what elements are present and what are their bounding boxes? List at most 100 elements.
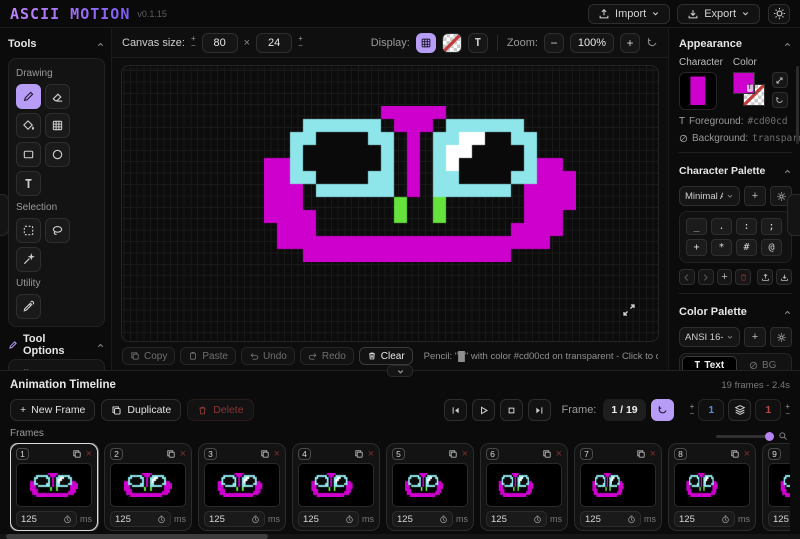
color-palette-settings-button[interactable] xyxy=(770,327,792,347)
frame-card[interactable]: 6×125ms xyxy=(480,443,568,531)
duplicate-frame-icon[interactable] xyxy=(636,449,646,459)
duplicate-frame-icon[interactable] xyxy=(730,449,740,459)
eraser-tool-button[interactable] xyxy=(45,84,70,109)
duplicate-frame-icon[interactable] xyxy=(260,449,270,459)
onion-next-frames-input[interactable]: 1 xyxy=(755,399,781,421)
delete-frame-icon[interactable]: × xyxy=(650,449,656,460)
duplicate-frame-icon[interactable] xyxy=(72,449,82,459)
duplicate-frame-button[interactable]: Duplicate xyxy=(101,399,181,421)
stop-button[interactable] xyxy=(500,399,523,421)
delete-frame-icon[interactable]: × xyxy=(180,449,186,460)
frame-duration-input[interactable]: 125 xyxy=(110,511,171,527)
palette-delete-char-button[interactable] xyxy=(735,269,751,285)
text-tool-button[interactable]: T xyxy=(16,171,41,196)
zoom-in-button[interactable]: + xyxy=(620,33,640,53)
pencil-tool-button[interactable] xyxy=(16,84,41,109)
frame-duration-input[interactable]: 125 xyxy=(674,511,735,527)
grid-fill-tool-button[interactable] xyxy=(45,113,70,138)
width-stepper[interactable]: +− xyxy=(191,36,196,49)
onion-next-stepper[interactable]: +− xyxy=(785,404,790,417)
frame-card[interactable]: 2×125ms xyxy=(104,443,192,531)
height-stepper[interactable]: +− xyxy=(298,36,303,49)
rectangle-tool-button[interactable] xyxy=(16,142,41,167)
foreground-color-swatch[interactable]: T xyxy=(733,72,755,94)
canvas-expand-icon[interactable] xyxy=(622,303,636,317)
paste-button[interactable]: Paste xyxy=(180,347,236,365)
text-display-toggle[interactable]: T xyxy=(468,33,488,53)
eyedropper-tool-button[interactable] xyxy=(16,294,41,319)
copy-button[interactable]: Copy xyxy=(122,347,175,365)
frame-card[interactable]: 4×125ms xyxy=(292,443,380,531)
onion-prev-stepper[interactable]: +− xyxy=(690,404,695,417)
duplicate-frame-icon[interactable] xyxy=(166,449,176,459)
duplicate-frame-icon[interactable] xyxy=(448,449,458,459)
frames-scrollbar[interactable] xyxy=(0,534,800,539)
theme-toggle-button[interactable] xyxy=(768,4,790,24)
palette-character-button[interactable]: @ xyxy=(761,239,782,256)
canvas-height-input[interactable]: 24 xyxy=(256,33,292,53)
frame-card[interactable]: 9×125ms xyxy=(762,443,790,531)
add-character-palette-button[interactable]: + xyxy=(744,186,766,206)
redo-button[interactable]: Redo xyxy=(300,347,354,365)
delete-frame-icon[interactable]: × xyxy=(462,449,468,460)
frame-card[interactable]: 3×125ms xyxy=(198,443,286,531)
frame-card[interactable]: 7×125ms xyxy=(574,443,662,531)
delete-frame-icon[interactable]: × xyxy=(86,449,92,460)
frame-duration-input[interactable]: 125 xyxy=(298,511,359,527)
play-button[interactable] xyxy=(472,399,495,421)
import-button[interactable]: Import xyxy=(588,4,670,24)
palette-character-button[interactable]: ; xyxy=(761,218,782,235)
palette-character-button[interactable]: + xyxy=(686,239,707,256)
palette-prev-button[interactable] xyxy=(679,269,695,285)
frame-duration-input[interactable]: 125 xyxy=(580,511,641,527)
magic-wand-tool-button[interactable] xyxy=(16,247,41,272)
delete-frame-icon[interactable]: × xyxy=(274,449,280,460)
slider-knob[interactable] xyxy=(765,432,774,441)
tools-section-header[interactable]: Tools xyxy=(8,34,105,54)
color-palette-section-header[interactable]: Color Palette xyxy=(679,302,792,322)
frame-duration-input[interactable]: 125 xyxy=(16,511,77,527)
sidebar-scrollbar[interactable] xyxy=(796,66,799,144)
character-palette-section-header[interactable]: Character Palette xyxy=(679,161,792,181)
collapse-left-sidebar-tab[interactable] xyxy=(0,194,9,236)
reset-colors-button[interactable] xyxy=(772,92,788,108)
delete-frame-icon[interactable]: × xyxy=(368,449,374,460)
delete-frame-button[interactable]: Delete xyxy=(187,399,253,421)
delete-frame-icon[interactable]: × xyxy=(744,449,750,460)
palette-upload-button[interactable] xyxy=(757,269,773,285)
tool-options-section-header[interactable]: Tool Options xyxy=(8,335,105,355)
frame-card[interactable]: 1×125ms xyxy=(10,443,98,531)
undo-button[interactable]: Undo xyxy=(241,347,295,365)
frame-duration-input[interactable]: 125 xyxy=(204,511,265,527)
frame-card[interactable]: 5×125ms xyxy=(386,443,474,531)
rect-select-tool-button[interactable] xyxy=(16,218,41,243)
skip-to-start-button[interactable] xyxy=(444,399,467,421)
duplicate-frame-icon[interactable] xyxy=(354,449,364,459)
frame-duration-input[interactable]: 125 xyxy=(768,511,790,527)
palette-next-button[interactable] xyxy=(698,269,714,285)
onion-skin-toggle-button[interactable] xyxy=(728,399,751,421)
export-button[interactable]: Export xyxy=(677,4,760,24)
ascii-drawing-canvas[interactable] xyxy=(121,65,659,342)
appearance-section-header[interactable]: Appearance xyxy=(679,34,792,54)
scrollbar-thumb[interactable] xyxy=(6,534,268,539)
color-palette-preset-dropdown[interactable]: ANSI 16-Col xyxy=(679,327,740,347)
palette-character-button[interactable]: : xyxy=(736,218,757,235)
onion-prev-frames-input[interactable]: 1 xyxy=(698,399,724,421)
skip-to-end-button[interactable] xyxy=(528,399,551,421)
swap-colors-button[interactable] xyxy=(772,72,788,88)
clear-button[interactable]: Clear xyxy=(359,347,413,365)
duplicate-frame-icon[interactable] xyxy=(542,449,552,459)
frame-size-slider[interactable] xyxy=(716,431,788,441)
palette-character-button[interactable]: . xyxy=(711,218,732,235)
delete-frame-icon[interactable]: × xyxy=(556,449,562,460)
zoom-out-button[interactable]: − xyxy=(544,33,564,53)
selected-character-preview[interactable]: █ xyxy=(679,72,717,110)
lasso-tool-button[interactable] xyxy=(45,218,70,243)
color-swatches[interactable]: T xyxy=(733,72,767,108)
collapse-timeline-tab[interactable] xyxy=(387,365,413,377)
palette-add-char-button[interactable]: + xyxy=(717,269,733,285)
palette-download-button[interactable] xyxy=(776,269,792,285)
add-color-palette-button[interactable]: + xyxy=(744,327,766,347)
grid-display-toggle[interactable] xyxy=(416,33,436,53)
